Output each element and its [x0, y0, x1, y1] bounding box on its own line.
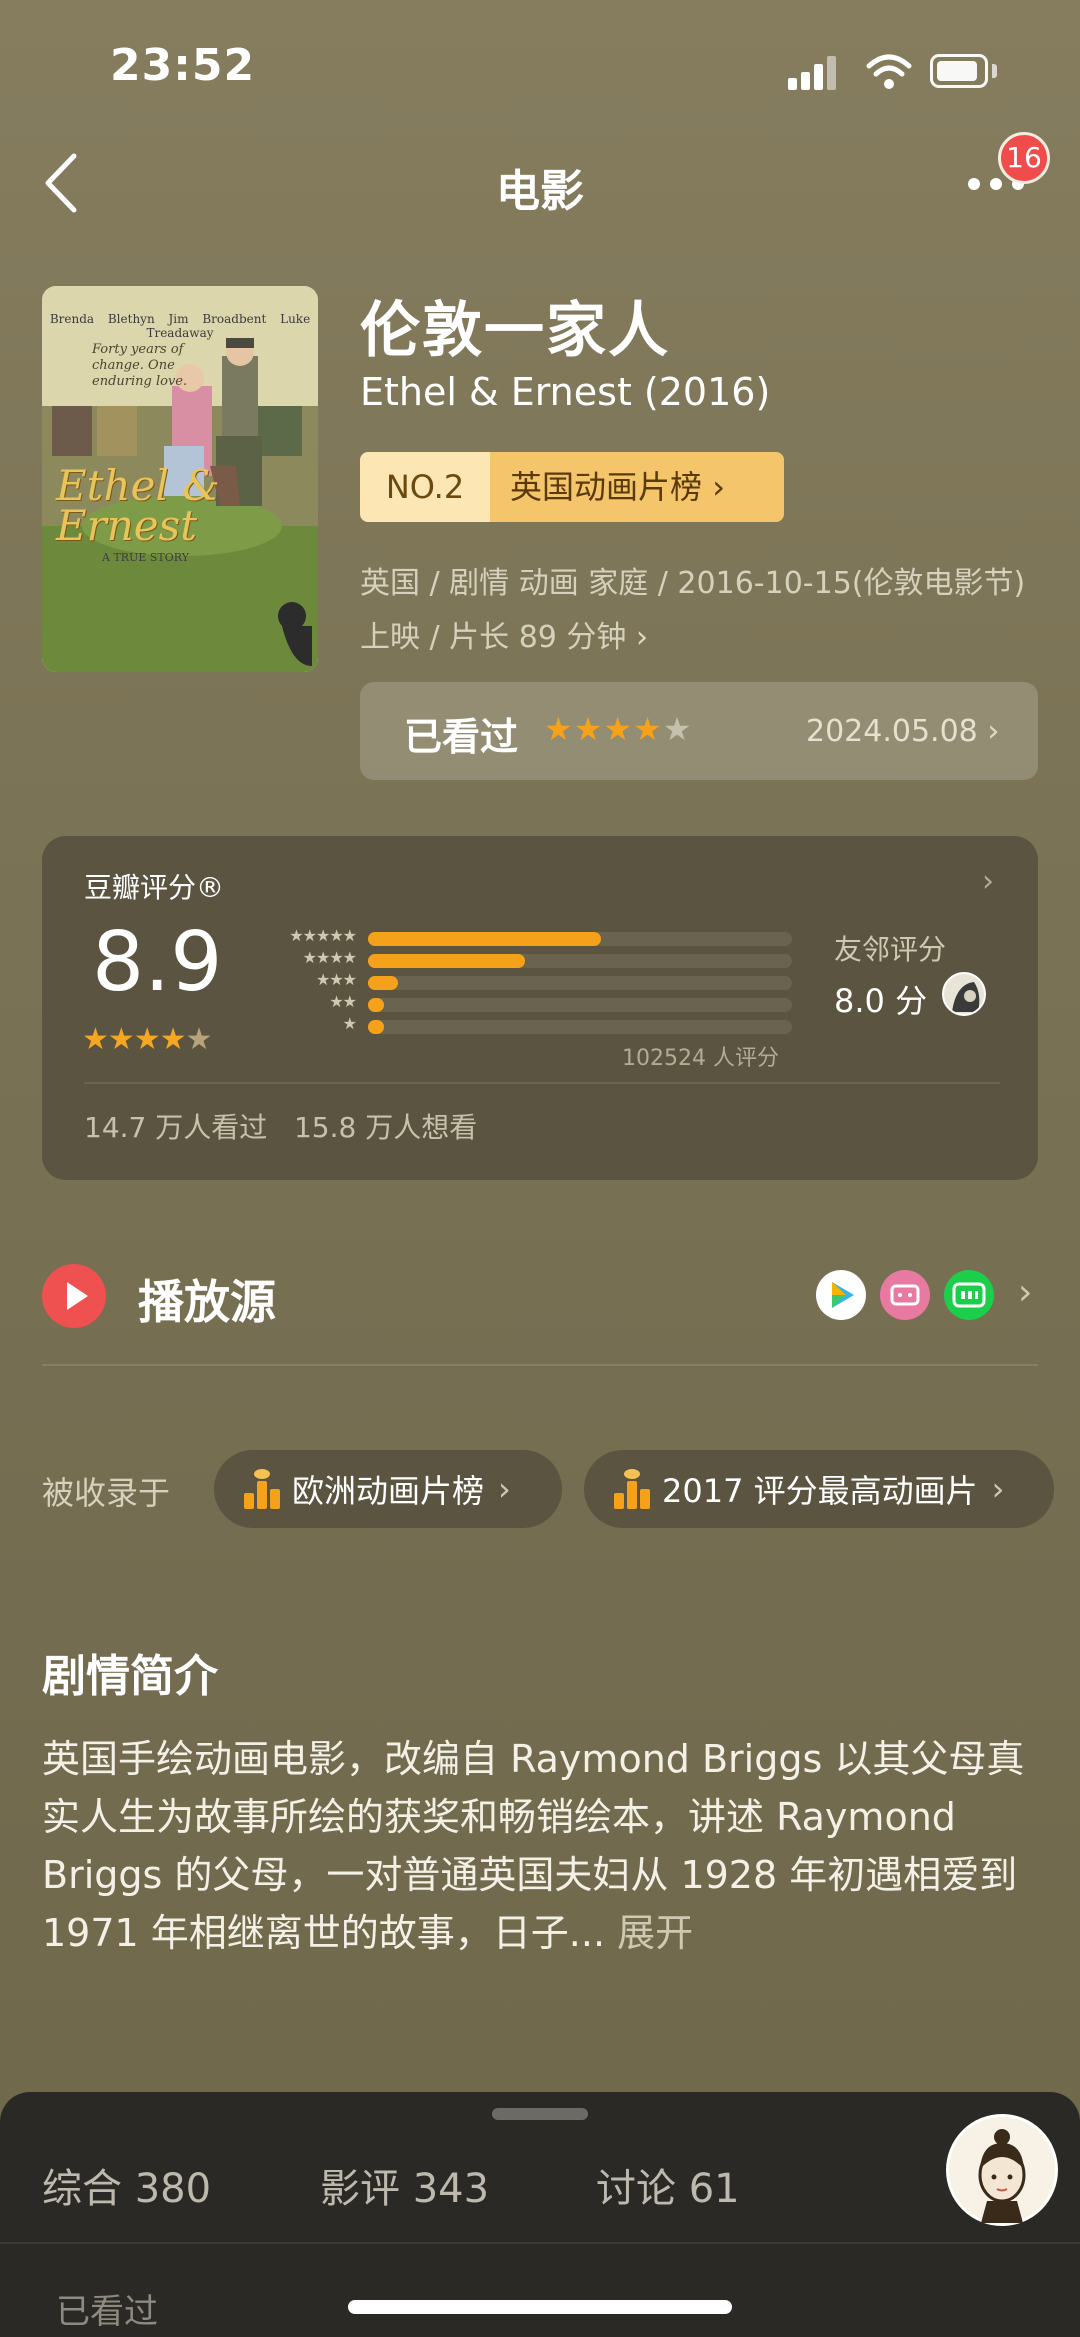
expand-link[interactable]: 展开: [617, 1911, 693, 1955]
iqiyi-icon[interactable]: [944, 1270, 994, 1320]
rating-count: 102524 人评分: [622, 1046, 779, 1071]
rank-tag[interactable]: NO.2 英国动画片榜 ›: [360, 452, 784, 522]
rank-number: NO.2: [360, 452, 490, 522]
histogram-star-label: ★★: [329, 992, 357, 1011]
sheet-divider: [0, 2242, 1080, 2244]
histogram-row: ★★★★★: [256, 926, 836, 948]
tab-discussions[interactable]: 讨论 61: [596, 2156, 740, 2214]
chevron-right-icon: ›: [498, 1470, 511, 1508]
chevron-right-icon: ›: [982, 864, 994, 899]
play-icon[interactable]: [42, 1264, 106, 1328]
histogram-row: ★★: [256, 992, 836, 1014]
friend-avatar[interactable]: [942, 972, 986, 1016]
battery-icon: [930, 54, 988, 88]
poster-tagline: Forty years of change. One enduring love…: [92, 342, 188, 389]
movie-title-cn: 伦敦一家人: [360, 296, 670, 366]
sheet-next-section: 已看过: [56, 2292, 158, 2332]
histogram-star-label: ★★★★★: [289, 926, 357, 945]
wifi-icon: [866, 54, 912, 89]
watched-date: 2024.05.08 ›: [806, 714, 1000, 749]
notification-badge: 16: [998, 132, 1050, 184]
tab-reviews[interactable]: 影评 343: [320, 2156, 489, 2214]
tencent-video-icon[interactable]: [816, 1270, 866, 1320]
histogram-bar: [368, 954, 525, 968]
collection-pill-2017[interactable]: 2017 评分最高动画片 ›: [584, 1450, 1054, 1528]
tab-overview[interactable]: 综合 380: [42, 2156, 211, 2214]
histogram-row: ★★★★: [256, 948, 836, 970]
histogram-track: [368, 932, 792, 946]
movie-meta-line-1: 英国 / 剧情 动画 家庭 / 2016-10-15(伦敦电影节): [360, 566, 1026, 601]
poster-title: Ethel & Ernest: [56, 461, 220, 550]
histogram-track: [368, 1020, 792, 1034]
histogram-track: [368, 998, 792, 1012]
friends-rating-label: 友邻评分: [834, 933, 947, 966]
section-divider: [42, 1364, 1038, 1366]
histogram-track: [368, 976, 792, 990]
ranking-icon: [242, 1469, 282, 1509]
chevron-right-icon: ›: [987, 714, 1000, 749]
histogram-star-label: ★★★: [315, 970, 357, 989]
histogram-bar: [368, 976, 398, 990]
movie-poster[interactable]: Brenda Blethyn Jim Broadbent Luke Treada…: [42, 286, 318, 672]
status-time: 23:52: [110, 40, 256, 91]
histogram-row: ★★★: [256, 970, 836, 992]
movie-meta-line-2[interactable]: 上映 / 片长 89 分钟 ›: [360, 612, 648, 656]
histogram-bar: [368, 932, 601, 946]
friends-rating-score: 8.0 分: [834, 982, 928, 1020]
rating-divider: [84, 1082, 1000, 1084]
poster-subtitle: A TRUE STORY: [102, 551, 189, 564]
chevron-right-icon: ›: [712, 468, 725, 506]
histogram-bar: [368, 1020, 384, 1034]
nav-title: 电影: [496, 166, 584, 217]
rank-list-name: 英国动画片榜 ›: [490, 452, 784, 522]
rating-score: 8.9: [92, 915, 223, 1010]
battery-tip: [992, 64, 997, 78]
rating-title: 豆瓣评分®: [84, 871, 225, 904]
play-source-label[interactable]: 播放源: [138, 1266, 276, 1332]
home-indicator[interactable]: [348, 2300, 732, 2314]
chevron-right-icon: ›: [991, 1470, 1005, 1508]
movie-title-en: Ethel & Ernest (2016): [360, 370, 771, 414]
histogram-bar: [368, 998, 384, 1012]
watched-status-card[interactable]: 已看过 ★★★★★ 2024.05.08 ›: [360, 682, 1038, 780]
cellular-signal-icon: [788, 56, 840, 90]
drag-handle[interactable]: [492, 2108, 588, 2120]
rating-stars: ★★★★★: [82, 1022, 212, 1057]
douban-rating-card[interactable]: 豆瓣评分® › 8.9 ★★★★★ ★★★★★ ★★★★ ★★★ ★★ ★ 102524…: [42, 836, 1038, 1180]
histogram-star-label: ★★★★: [302, 948, 357, 967]
bilibili-icon[interactable]: [880, 1270, 930, 1320]
synopsis-title: 剧情简介: [42, 1651, 218, 1702]
ranking-icon: [612, 1469, 652, 1509]
collection-pill-europe[interactable]: 欧洲动画片榜 ›: [214, 1450, 562, 1528]
watched-label: 已看过: [404, 715, 519, 759]
collection-label: 2017 评分最高动画片: [662, 1472, 978, 1510]
histogram-row: ★: [256, 1014, 836, 1036]
assistant-avatar-button[interactable]: [946, 2114, 1058, 2226]
collection-label: 欧洲动画片榜: [292, 1472, 485, 1510]
poster-cast: Brenda Blethyn Jim Broadbent Luke Treada…: [49, 312, 311, 340]
watch-counts: 14.7 万人看过 15.8 万人想看: [84, 1111, 478, 1144]
chevron-right-icon: ›: [635, 620, 648, 655]
histogram-star-label: ★: [342, 1014, 357, 1033]
included-in-label: 被收录于: [42, 1474, 171, 1512]
user-rating-stars: ★★★★★: [544, 710, 693, 748]
chevron-right-icon[interactable]: ›: [1018, 1272, 1032, 1313]
synopsis-text: 英国手绘动画电影，改编自 Raymond Briggs 以其父母真实人生为故事所…: [42, 1737, 1025, 1955]
histogram-track: [368, 954, 792, 968]
